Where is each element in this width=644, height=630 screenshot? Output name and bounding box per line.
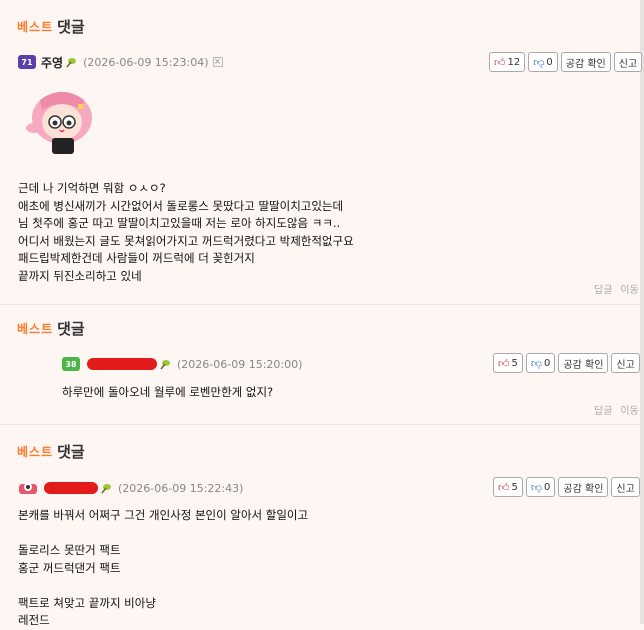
- comment-actions: 👍︎ 12 👎︎ 0 공감 확인 신고: [489, 52, 643, 72]
- empathy-check-button[interactable]: 공감 확인: [558, 477, 609, 497]
- scrollbar[interactable]: [640, 0, 644, 624]
- dislike-button[interactable]: 👎︎ 0: [525, 353, 556, 373]
- reply-link[interactable]: 답글: [594, 281, 612, 296]
- dislike-button[interactable]: 👎︎ 0: [525, 477, 556, 497]
- comment-footer: 답글 이동: [594, 281, 639, 296]
- dislike-button[interactable]: 👎︎ 0: [528, 52, 558, 72]
- level-badge: 38: [62, 357, 80, 371]
- leaf-icon: [101, 484, 111, 494]
- leaf-icon: [160, 360, 170, 370]
- like-count: 12: [507, 56, 521, 68]
- thumbs-down-icon: 👎︎: [530, 480, 543, 494]
- comment-author-row: 71 주영 (2026-06-09 15:23:04) ×: [18, 52, 223, 72]
- comment-actions: 👍︎ 5 👎︎ 0 공감 확인 신고: [493, 353, 640, 373]
- like-count: 5: [511, 481, 518, 493]
- like-button[interactable]: 👍︎ 12: [489, 52, 526, 72]
- move-link[interactable]: 이동: [620, 281, 638, 296]
- best-label: 베스트: [17, 19, 54, 34]
- dislike-count: 0: [544, 357, 551, 369]
- reply-link[interactable]: 답글: [594, 402, 612, 417]
- leaf-icon: [66, 58, 77, 68]
- comment-date: (2026-06-09 15:23:04): [83, 55, 209, 69]
- best-comment-header: 베스트 댓글: [17, 439, 85, 463]
- thumbs-up-icon: 👍︎: [494, 55, 506, 69]
- report-button[interactable]: 신고: [611, 353, 640, 373]
- dislike-count: 0: [546, 56, 553, 68]
- divider: [0, 424, 644, 425]
- comment-label: 댓글: [57, 319, 85, 338]
- comment-author-row: 38 (2026-06-09 15:20:00): [62, 354, 302, 374]
- dislike-count: 0: [544, 481, 551, 493]
- thumbs-up-icon: 👍︎: [498, 480, 510, 494]
- comment-actions: 👍︎ 5 👎︎ 0 공감 확인 신고: [493, 477, 640, 497]
- comment-date: (2026-06-09 15:20:00): [177, 357, 303, 371]
- move-link[interactable]: 이동: [620, 402, 638, 417]
- empathy-check-button[interactable]: 공감 확인: [558, 353, 609, 373]
- thumbs-down-icon: 👎︎: [533, 55, 545, 69]
- like-count: 5: [511, 357, 518, 369]
- comment-label: 댓글: [57, 17, 85, 36]
- comment-body: 본캐를 바꿔서 어쩌구 그건 개인사정 본인이 알아서 할일이고 돌로리스 못딴…: [18, 508, 309, 627]
- best-label: 베스트: [17, 321, 54, 336]
- comment-body: 근데 나 기억하면 뭐함 ㅇㅅㅇ? 애초에 병신새끼가 시간없어서 돌로롱스 못…: [18, 181, 354, 283]
- comment-date: (2026-06-09 15:22:43): [118, 481, 244, 495]
- hide-icon[interactable]: ×: [212, 57, 223, 67]
- report-button[interactable]: 신고: [611, 477, 640, 497]
- best-comment-header: 베스트 댓글: [17, 14, 85, 38]
- best-comment-header: 베스트 댓글: [17, 316, 85, 340]
- comment-author-row: (2026-06-09 15:22:43): [18, 478, 243, 498]
- sticker-image: [26, 92, 92, 154]
- author-name[interactable]: 주영: [41, 54, 63, 71]
- redacted-author-name: [44, 482, 98, 494]
- best-label: 베스트: [17, 444, 54, 459]
- comment-body: 하루만에 돌아오네 월루에 로벤만한게 없지?: [62, 385, 274, 399]
- level-badge: 71: [18, 55, 36, 69]
- comment-label: 댓글: [57, 442, 85, 461]
- redacted-author-name: [87, 358, 157, 370]
- thumbs-down-icon: 👎︎: [530, 356, 543, 370]
- report-button[interactable]: 신고: [613, 52, 643, 72]
- empathy-check-button[interactable]: 공감 확인: [560, 52, 611, 72]
- thumbs-up-icon: 👍︎: [498, 356, 510, 370]
- like-button[interactable]: 👍︎ 5: [493, 477, 523, 497]
- comment-footer: 답글 이동: [594, 402, 639, 417]
- like-button[interactable]: 👍︎ 5: [493, 353, 523, 373]
- user-icon: [19, 483, 37, 494]
- divider: [0, 304, 644, 305]
